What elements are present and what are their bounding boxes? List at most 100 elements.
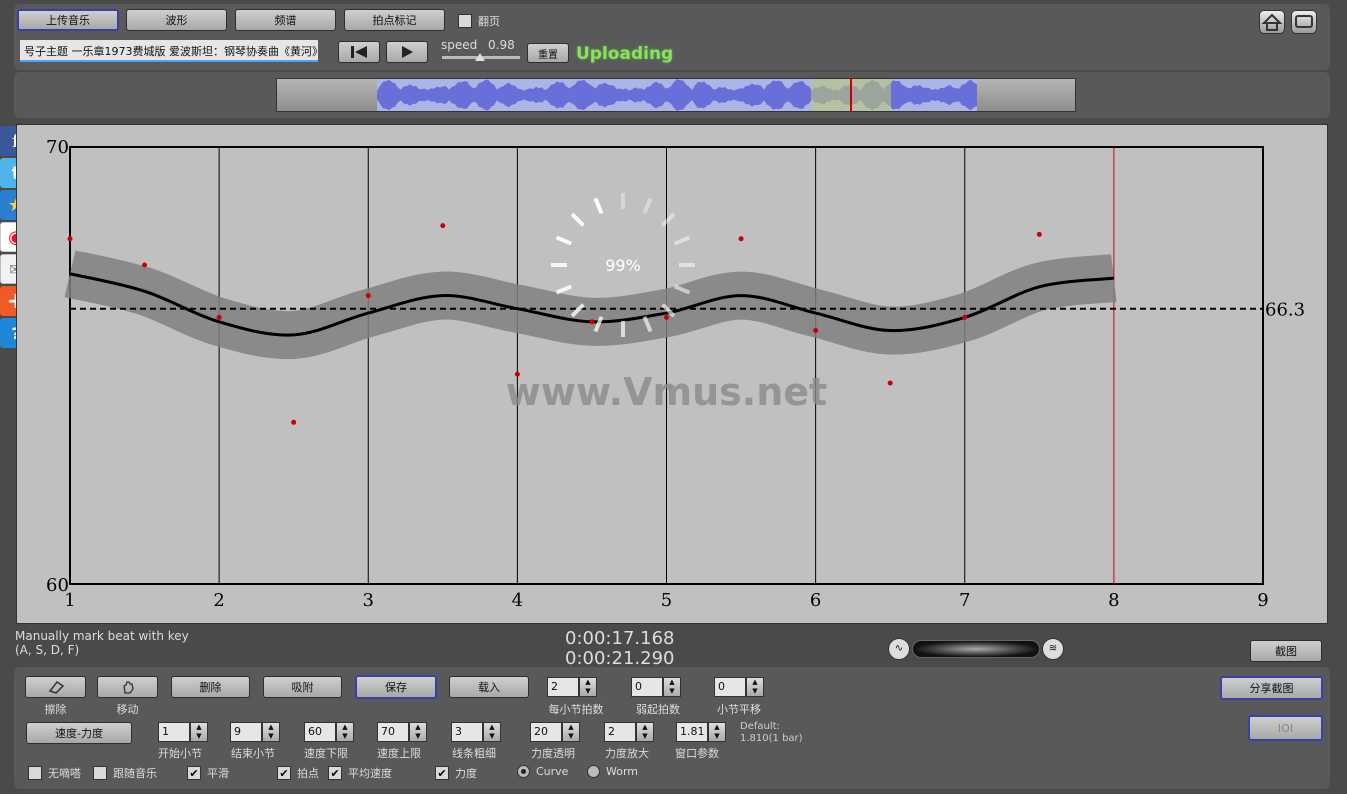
play-icon — [402, 46, 413, 58]
beat-points-label: 拍点 — [297, 767, 319, 780]
beat-point — [440, 223, 446, 229]
bar-shift-stepper[interactable]: 0 ▲ ▼ — [714, 677, 764, 697]
waveform-button[interactable]: 波形 — [126, 9, 227, 31]
tempo-chart[interactable]: www.Vmus.net 99% 70 60 66.3 1 2 3 4 5 6 7 8 9 — [16, 124, 1328, 624]
line-width-stepper[interactable]: 3 ▲ ▼ — [451, 722, 501, 742]
save-button[interactable]: 保存 — [355, 675, 437, 699]
tempo-max-label: 速度上限 — [377, 747, 421, 760]
beats-per-bar-stepper[interactable]: 2 ▲ ▼ — [547, 677, 597, 697]
x-tick-label: 8 — [1108, 590, 1119, 611]
hint-line-1: Manually mark beat with key — [15, 629, 189, 643]
tempo-min-input[interactable]: 60 — [304, 722, 336, 742]
checkbox-box-checked[interactable]: ✔ — [435, 766, 449, 780]
beat-mark-button[interactable]: 拍点标记 — [344, 9, 445, 31]
stepper-arrows[interactable]: ▲ ▼ — [336, 722, 354, 742]
stepper-arrows[interactable]: ▲ ▼ — [262, 722, 280, 742]
beat-point — [664, 314, 669, 320]
tempo-max-stepper[interactable]: 70 ▲ ▼ — [377, 722, 427, 742]
speed-slider[interactable] — [442, 53, 520, 64]
play-button[interactable] — [386, 41, 428, 63]
follow-music-checkbox[interactable]: 跟随音乐 — [93, 765, 157, 781]
reset-speed-button[interactable]: 重置 — [527, 43, 569, 63]
volume-slider[interactable] — [912, 640, 1040, 658]
stepper-arrows[interactable]: ▲ ▼ — [562, 722, 580, 742]
stepper-arrows[interactable]: ▲ ▼ — [746, 677, 764, 697]
beat-point — [962, 314, 968, 320]
spectrum-button[interactable]: 频谱 — [235, 9, 336, 31]
avg-tempo-label: 平均速度 — [348, 767, 392, 780]
checkbox-box-checked[interactable]: ✔ — [277, 766, 291, 780]
radio-dot[interactable] — [517, 765, 530, 778]
start-bar-stepper[interactable]: 1 ▲ ▼ — [158, 722, 208, 742]
page-turn-checkbox[interactable]: 翻页 — [458, 13, 500, 29]
share-screenshot-button[interactable]: 分享截图 — [1220, 676, 1323, 700]
volume-control[interactable]: ∿ ≋ — [888, 637, 1064, 661]
beat-point — [365, 293, 371, 299]
worm-radio[interactable]: Worm — [587, 765, 638, 778]
x-tick-label: 3 — [363, 590, 374, 611]
tempo-min-stepper[interactable]: 60 ▲ ▼ — [304, 722, 354, 742]
curve-radio[interactable]: Curve — [517, 765, 568, 778]
no-click-checkbox[interactable]: 无嘀嗒 — [28, 765, 81, 781]
erase-button[interactable] — [25, 676, 86, 698]
smooth-label: 平滑 — [207, 767, 229, 780]
x-tick-label: 9 — [1257, 590, 1268, 611]
dynamics-checkbox[interactable]: ✔ 力度 — [435, 765, 477, 781]
checkbox-box[interactable] — [458, 14, 472, 28]
checkbox-box[interactable] — [28, 766, 42, 780]
worm-label: Worm — [606, 765, 639, 778]
radio-dot[interactable] — [587, 765, 600, 778]
bar-shift-input[interactable]: 0 — [714, 677, 746, 697]
checkbox-box-checked[interactable]: ✔ — [187, 766, 201, 780]
avg-tempo-checkbox[interactable]: ✔ 平均速度 — [328, 765, 392, 781]
opacity-input[interactable]: 20 — [530, 722, 562, 742]
upload-status: Uploading — [576, 44, 674, 64]
hand-icon — [122, 681, 134, 694]
move-button[interactable] — [97, 676, 158, 698]
beat-point — [813, 328, 819, 334]
stepper-arrows[interactable]: ▲ ▼ — [190, 722, 208, 742]
screenshot-button[interactable]: 截图 — [1250, 640, 1322, 662]
fullscreen-button[interactable] — [1291, 10, 1317, 34]
end-bar-input[interactable]: 9 — [230, 722, 262, 742]
waveform-overview[interactable] — [276, 78, 1076, 112]
dynamics-scale-stepper[interactable]: 2 ▲ ▼ — [604, 722, 654, 742]
end-bar-stepper[interactable]: 9 ▲ ▼ — [230, 722, 280, 742]
stepper-arrows[interactable]: ▲ ▼ — [636, 722, 654, 742]
tempo-max-input[interactable]: 70 — [377, 722, 409, 742]
smooth-checkbox[interactable]: ✔ 平滑 — [187, 765, 229, 781]
stepper-arrows[interactable]: ▲ ▼ — [409, 722, 427, 742]
stepper-arrows[interactable]: ▲ ▼ — [579, 677, 597, 697]
start-bar-input[interactable]: 1 — [158, 722, 190, 742]
opacity-stepper[interactable]: 20 ▲ ▼ — [530, 722, 580, 742]
tempo-dynamics-mode-button[interactable]: 速度-力度 — [26, 722, 132, 744]
x-tick-label: 6 — [810, 590, 821, 611]
window-stepper[interactable]: 1.81 ▲ ▼ — [676, 722, 726, 742]
speed-thumb[interactable] — [475, 53, 486, 61]
beat-points-checkbox[interactable]: ✔ 拍点 — [277, 765, 319, 781]
snap-button[interactable]: 吸附 — [263, 676, 342, 698]
checkbox-box-checked[interactable]: ✔ — [328, 766, 342, 780]
waveform-playhead[interactable] — [850, 78, 852, 112]
checkbox-box[interactable] — [93, 766, 107, 780]
stepper-arrows[interactable]: ▲ ▼ — [663, 677, 681, 697]
stepper-arrows[interactable]: ▲ ▼ — [708, 722, 726, 742]
upload-music-button[interactable]: 上传音乐 — [17, 9, 119, 31]
beats-per-bar-input[interactable]: 2 — [547, 677, 579, 697]
chart-svg: www.Vmus.net99%706066.31 2 3 4 5 6 7 8 9 — [46, 137, 1305, 611]
load-button[interactable]: 载入 — [449, 676, 529, 698]
beat-point — [589, 319, 595, 325]
dynamics-scale-input[interactable]: 2 — [604, 722, 636, 742]
home-button[interactable] — [1259, 10, 1285, 34]
pickup-stepper[interactable]: 0 ▲ ▼ — [631, 677, 681, 697]
delete-button[interactable]: 删除 — [171, 676, 250, 698]
skip-back-icon — [351, 46, 367, 58]
stepper-arrows[interactable]: ▲ ▼ — [483, 722, 501, 742]
rewind-button[interactable] — [338, 41, 380, 63]
line-width-input[interactable]: 3 — [451, 722, 483, 742]
track-title: 号子主题 一乐章1973费城版 爱波斯坦：钢琴协奏曲《黄河》 — [20, 40, 318, 62]
ioi-button[interactable]: IOI — [1248, 715, 1323, 741]
tempo-min-label: 速度下限 — [304, 747, 348, 760]
pickup-input[interactable]: 0 — [631, 677, 663, 697]
window-input[interactable]: 1.81 — [676, 722, 708, 742]
